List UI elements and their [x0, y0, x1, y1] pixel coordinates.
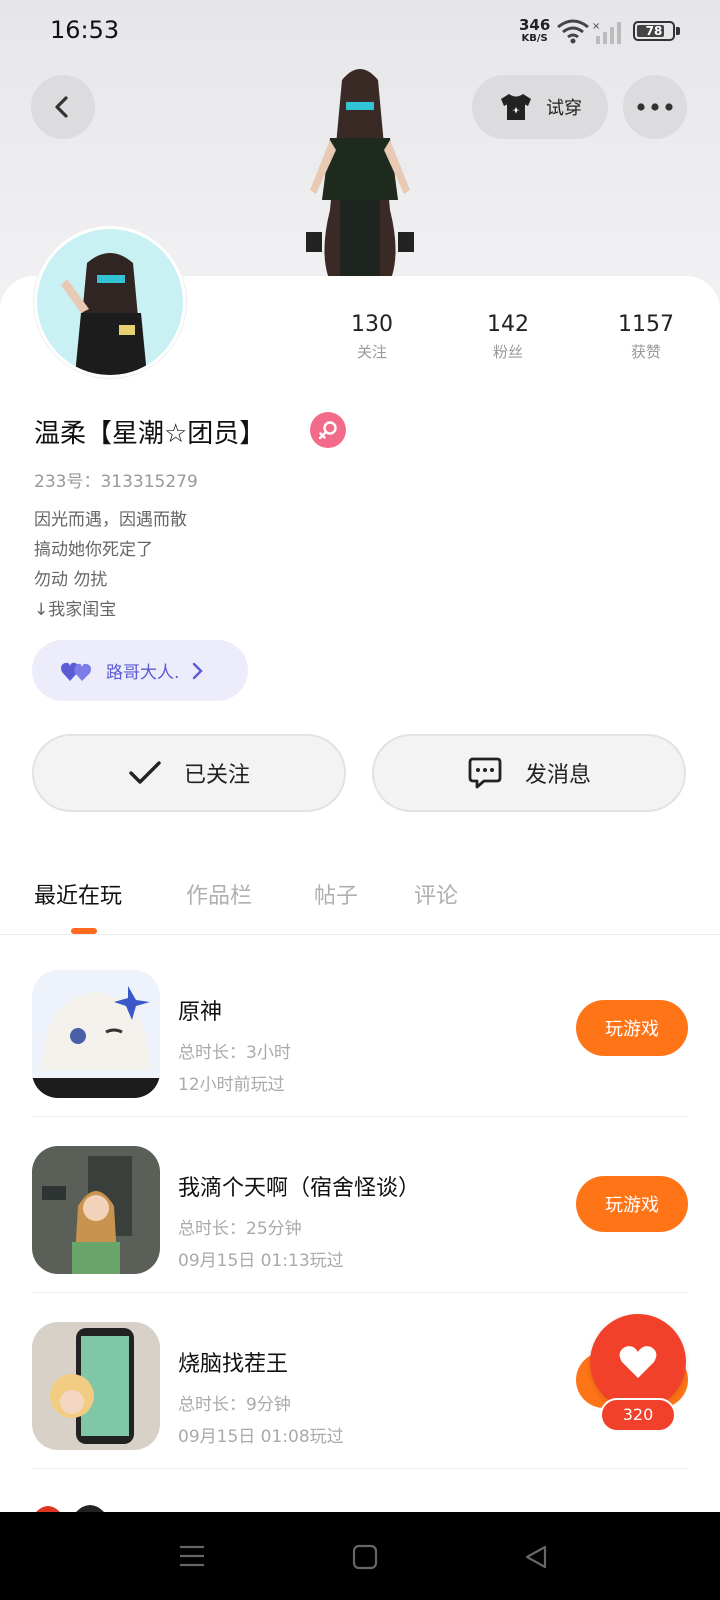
stat-following[interactable]: 130 关注: [322, 312, 422, 362]
next-game-icon-peek: [36, 1505, 104, 1512]
stat-likes-label: 获赞: [630, 343, 661, 361]
relation-tag-label: 路哥大人.: [106, 663, 180, 683]
bio-line: 搞动她你死定了: [34, 540, 153, 560]
battery-level: 78: [645, 24, 663, 38]
double-heart-icon: [61, 662, 91, 681]
status-bar: 16:53 346 KB/S × 78: [0, 0, 720, 64]
more-icon: [637, 103, 673, 111]
back-button[interactable]: [31, 75, 95, 139]
try-on-button[interactable]: 试穿: [472, 75, 608, 139]
female-icon: [310, 412, 346, 448]
check-icon: [129, 761, 161, 784]
stat-following-label: 关注: [356, 343, 387, 361]
bio-line: 因光而遇，因遇而散: [34, 510, 187, 530]
game-row[interactable]: 烧脑找茬王 总时长：9分钟 09月15日 01:08玩过 玩游戏: [32, 1292, 688, 1469]
game-icon: [32, 1322, 160, 1450]
followed-label: 已关注: [183, 763, 250, 788]
svg-text:×: ×: [592, 21, 600, 32]
game-title: 我滴个天啊（宿舍怪谈）: [178, 1176, 421, 1201]
tab-works[interactable]: 作品栏: [186, 878, 252, 910]
game-last-played: 12小时前玩过: [178, 1075, 285, 1095]
system-nav-bar: [0, 1512, 720, 1600]
game-total-time: 总时长：3小时: [178, 1043, 291, 1063]
status-time: 16:53: [50, 16, 120, 44]
network-speed: 346 KB/S: [519, 16, 551, 45]
play-game-button[interactable]: 玩游戏: [576, 1176, 688, 1232]
heart-icon: [619, 1346, 657, 1378]
relation-tag[interactable]: 路哥大人.: [32, 640, 248, 701]
profile-name: 温柔【星潮☆团员】: [34, 419, 266, 449]
try-on-label: 试穿: [546, 98, 582, 119]
battery-tip: [676, 27, 680, 35]
tab-bar: 最近在玩 作品栏 帖子 评论: [0, 870, 720, 935]
stat-following-value: 130: [351, 312, 393, 337]
send-message-button[interactable]: 发消息: [372, 734, 686, 812]
bio-line: 勿动 勿扰: [34, 570, 108, 590]
network-speed-unit: KB/S: [521, 33, 548, 44]
game-title: 原神: [178, 1000, 223, 1025]
stat-followers-value: 142: [487, 312, 529, 337]
game-total-time: 总时长：25分钟: [178, 1219, 302, 1239]
active-tab-indicator: [71, 928, 97, 934]
user-id: 233号：313315279: [34, 472, 198, 492]
avatar-figure-image: [306, 69, 414, 276]
tab-recent-play[interactable]: 最近在玩: [34, 878, 122, 910]
bio: 因光而遇，因遇而散 搞动她你死定了 勿动 勿扰 ↓我家闺宝: [34, 505, 187, 625]
game-icon: [32, 970, 160, 1098]
bio-line: ↓我家闺宝: [34, 600, 117, 620]
game-last-played: 09月15日 01:08玩过: [178, 1427, 344, 1447]
game-total-time: 总时长：9分钟: [178, 1395, 291, 1415]
battery-icon: 78: [633, 21, 675, 41]
signal-icon: ×: [592, 21, 621, 44]
game-last-played: 09月15日 01:13玩过: [178, 1251, 344, 1271]
stat-followers-label: 粉丝: [492, 343, 523, 361]
followed-button[interactable]: 已关注: [32, 734, 346, 812]
tab-posts[interactable]: 帖子: [314, 878, 358, 910]
chat-icon: [468, 757, 502, 789]
home-icon[interactable]: [352, 1544, 378, 1570]
like-count: 320: [600, 1398, 676, 1432]
avatar[interactable]: [34, 226, 186, 378]
wifi-icon: [557, 19, 589, 44]
back-arrow-icon: [55, 96, 68, 118]
play-game-button[interactable]: 玩游戏: [576, 1000, 688, 1056]
stat-likes[interactable]: 1157 获赞: [596, 312, 696, 362]
send-message-label: 发消息: [524, 763, 591, 788]
chevron-right-icon: [193, 662, 204, 679]
like-button[interactable]: [590, 1314, 686, 1410]
back-nav-icon[interactable]: [523, 1544, 549, 1570]
game-row[interactable]: 原神 总时长：3小时 12小时前玩过 玩游戏: [32, 940, 688, 1117]
more-button[interactable]: [623, 75, 687, 139]
stat-followers[interactable]: 142 粉丝: [458, 312, 558, 362]
game-title: 烧脑找茬王: [178, 1352, 289, 1377]
stat-likes-value: 1157: [618, 312, 674, 337]
game-icon: [32, 1146, 160, 1274]
tab-comments[interactable]: 评论: [414, 878, 458, 910]
menu-icon[interactable]: [179, 1544, 205, 1568]
game-row[interactable]: 我滴个天啊（宿舍怪谈） 总时长：25分钟 09月15日 01:13玩过 玩游戏: [32, 1116, 688, 1293]
shirt-icon: [501, 94, 531, 120]
avatar-image: [61, 253, 147, 375]
network-speed-value: 346: [519, 16, 551, 34]
